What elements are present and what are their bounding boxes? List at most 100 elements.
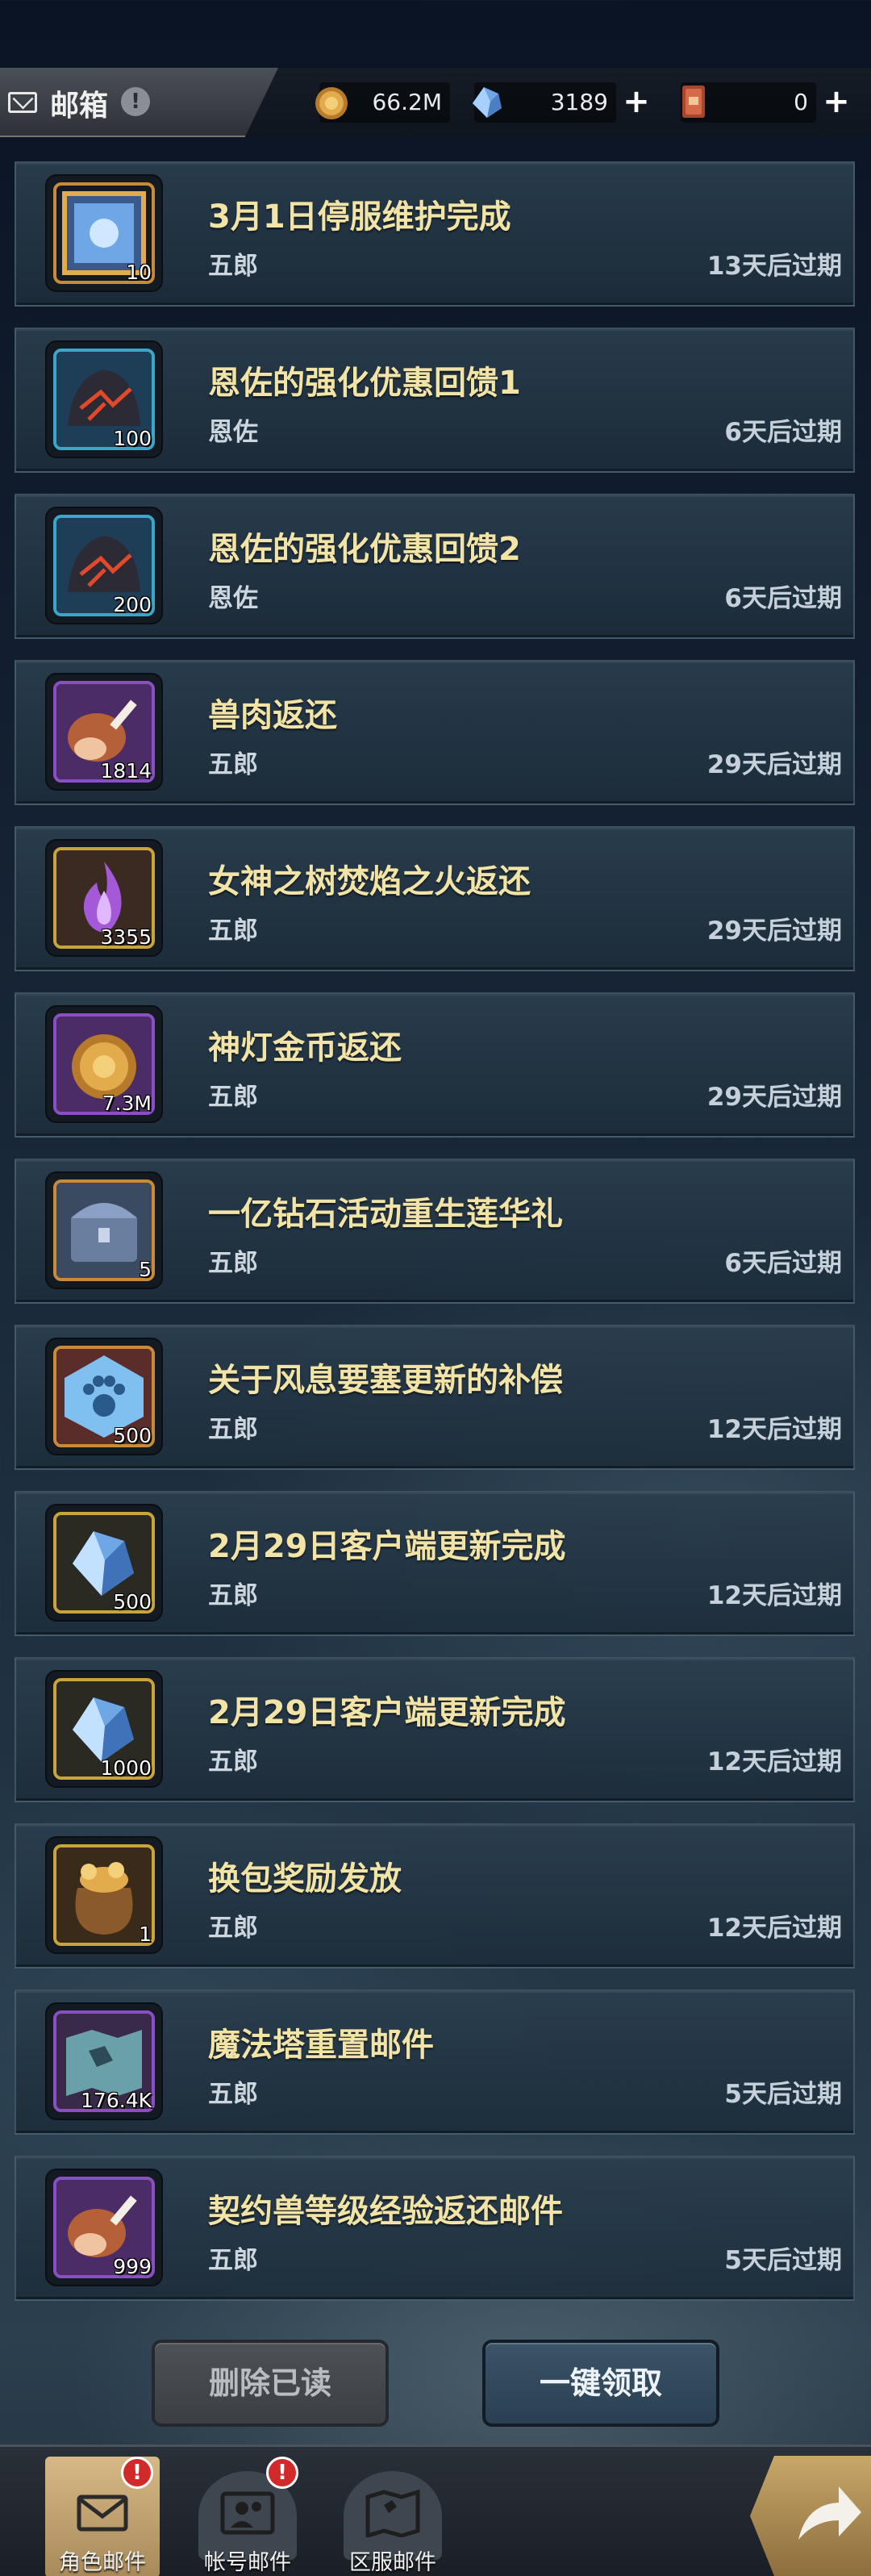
mail-row[interactable]: 1814 兽肉返还 五郎 29天后过期 [15,660,855,805]
mail-title: 2月29日客户端更新完成 [208,1528,566,1565]
item-slot: 7.3M [45,1005,163,1123]
tab-server-mail[interactable]: 区服邮件 [335,2457,450,2576]
mail-title: 恩佐的强化优惠回馈1 [208,365,521,402]
item-slot: 1 [45,1836,163,1954]
item-slot: 200 [45,507,163,624]
account-icon [220,2491,275,2535]
mail-sender: 五郎 [208,1914,258,1943]
item-slot: 5 [45,1171,163,1289]
mail-row[interactable]: 176.4K 魔法塔重置邮件 五郎 5天后过期 [15,1989,855,2135]
item-slot: 10 [45,174,163,292]
mail-title: 一亿钻石活动重生莲华礼 [208,1196,563,1233]
claim-all-button[interactable]: 一键领取 [482,2340,719,2427]
mail-title: 魔法塔重置邮件 [208,2027,434,2064]
mailbox-title-plate: 邮箱 ! [0,68,278,137]
item-slot: 999 [45,2169,163,2286]
mail-row[interactable]: 500 2月29日客户端更新完成 五郎 12天后过期 [15,1491,855,1636]
item-quantity: 7.3M [102,1092,152,1115]
mail-sender: 五郎 [208,1581,258,1610]
mail-row[interactable]: 3355 女神之树焚焰之火返还 五郎 29天后过期 [15,826,855,971]
item-quantity: 10 [126,261,152,284]
item-quantity: 500 [113,1590,152,1614]
mail-row[interactable]: 200 恩佐的强化优惠回馈2 恩佐 6天后过期 [15,494,855,639]
mail-title: 2月29日客户端更新完成 [208,1694,566,1731]
mail-title: 3月1日停服维护完成 [208,198,511,236]
mail-expiry: 5天后过期 [724,2246,842,2275]
gold-currency: 66.2M [315,82,450,123]
page-title: 邮箱 [50,90,109,123]
bottom-tab-bar: 角色邮件 ! 帐号邮件 ! 区服邮件 [0,2444,871,2576]
mail-expiry: 6天后过期 [724,418,842,447]
item-slot: 3355 [45,839,163,957]
ticket-icon [682,86,705,118]
mail-sender: 五郎 [208,1747,258,1776]
mail-row[interactable]: 1000 2月29日客户端更新完成 五郎 12天后过期 [15,1657,855,1802]
mail-row[interactable]: 999 契约兽等级经验返还邮件 五郎 5天后过期 [15,2156,855,2301]
mail-sender: 五郎 [208,916,258,946]
add-ticket-button[interactable]: + [823,86,850,118]
alert-badge: ! [266,2457,298,2489]
tab-account-mail[interactable]: 帐号邮件 ! [190,2457,305,2576]
mail-list: 10 3月1日停服维护完成 五郎 13天后过期 100 恩佐的强化优惠回馈1 恩… [15,161,855,2322]
mail-title: 神灯金币返还 [208,1029,402,1067]
mail-sender: 恩佐 [208,418,258,447]
diamond-currency: 3189 + [473,82,650,123]
mail-title: 契约兽等级经验返还邮件 [208,2193,563,2230]
mail-sender: 五郎 [208,2080,258,2109]
mail-expiry: 29天后过期 [706,750,842,779]
mail-sender: 五郎 [208,1083,258,1112]
mail-title: 换包奖励发放 [208,1860,402,1898]
tab-label: 区服邮件 [349,2550,436,2575]
diamond-value: 3189 [550,89,608,115]
ticket-currency: 0 + [681,82,850,123]
return-arrow-icon [798,2486,861,2540]
mail-row[interactable]: 500 关于风息要塞更新的补偿 五郎 12天后过期 [15,1325,855,1470]
mail-row[interactable]: 100 恩佐的强化优惠回馈1 恩佐 6天后过期 [15,328,855,473]
alert-badge: ! [121,2457,153,2489]
mail-sender: 恩佐 [208,584,258,613]
mail-expiry: 5天后过期 [724,2080,842,2109]
mail-row[interactable]: 1 换包奖励发放 五郎 12天后过期 [15,1823,855,1969]
envelope-icon [8,92,37,113]
mail-expiry: 29天后过期 [706,1083,842,1112]
item-quantity: 3355 [100,925,152,949]
item-slot: 500 [45,1338,163,1455]
mail-title: 关于风息要塞更新的补偿 [208,1362,563,1399]
diamond-icon [473,87,502,118]
mail-row[interactable]: 7.3M 神灯金币返还 五郎 29天后过期 [15,992,855,1138]
mail-row[interactable]: 5 一亿钻石活动重生莲华礼 五郎 6天后过期 [15,1159,855,1304]
gold-coin-icon [315,87,348,119]
mail-expiry: 12天后过期 [706,1415,842,1444]
item-slot: 1000 [45,1670,163,1788]
back-button[interactable] [750,2456,871,2576]
envelope-icon [77,2495,128,2532]
item-quantity: 176.4K [81,2089,152,2112]
mail-sender: 五郎 [208,252,258,281]
info-icon[interactable]: ! [121,87,150,116]
mail-sender: 五郎 [208,1249,258,1278]
server-map-icon [365,2489,420,2537]
mail-title: 恩佐的强化优惠回馈2 [208,531,521,568]
item-slot: 100 [45,340,163,458]
item-slot: 500 [45,1504,163,1622]
item-quantity: 200 [113,593,152,616]
mail-title: 兽肉返还 [208,697,337,734]
mail-expiry: 12天后过期 [706,1914,842,1943]
gold-value: 66.2M [372,89,442,115]
mail-row[interactable]: 10 3月1日停服维护完成 五郎 13天后过期 [15,161,855,307]
item-quantity: 1 [139,1923,152,1946]
tab-label: 帐号邮件 [204,2550,291,2575]
gold-bag-icon [56,1847,152,1943]
mail-sender: 五郎 [208,750,258,779]
item-quantity: 500 [113,1424,152,1447]
ticket-value: 0 [794,89,808,115]
item-quantity: 100 [113,427,152,450]
tab-character-mail[interactable]: 角色邮件 ! [45,2457,160,2576]
item-slot: 176.4K [45,2002,163,2120]
mail-expiry: 6天后过期 [724,1249,842,1278]
item-quantity: 999 [113,2255,152,2278]
delete-read-button[interactable]: 删除已读 [152,2340,389,2427]
add-diamond-button[interactable]: + [623,86,650,118]
item-quantity: 5 [139,1258,152,1281]
mail-expiry: 6天后过期 [724,584,842,613]
